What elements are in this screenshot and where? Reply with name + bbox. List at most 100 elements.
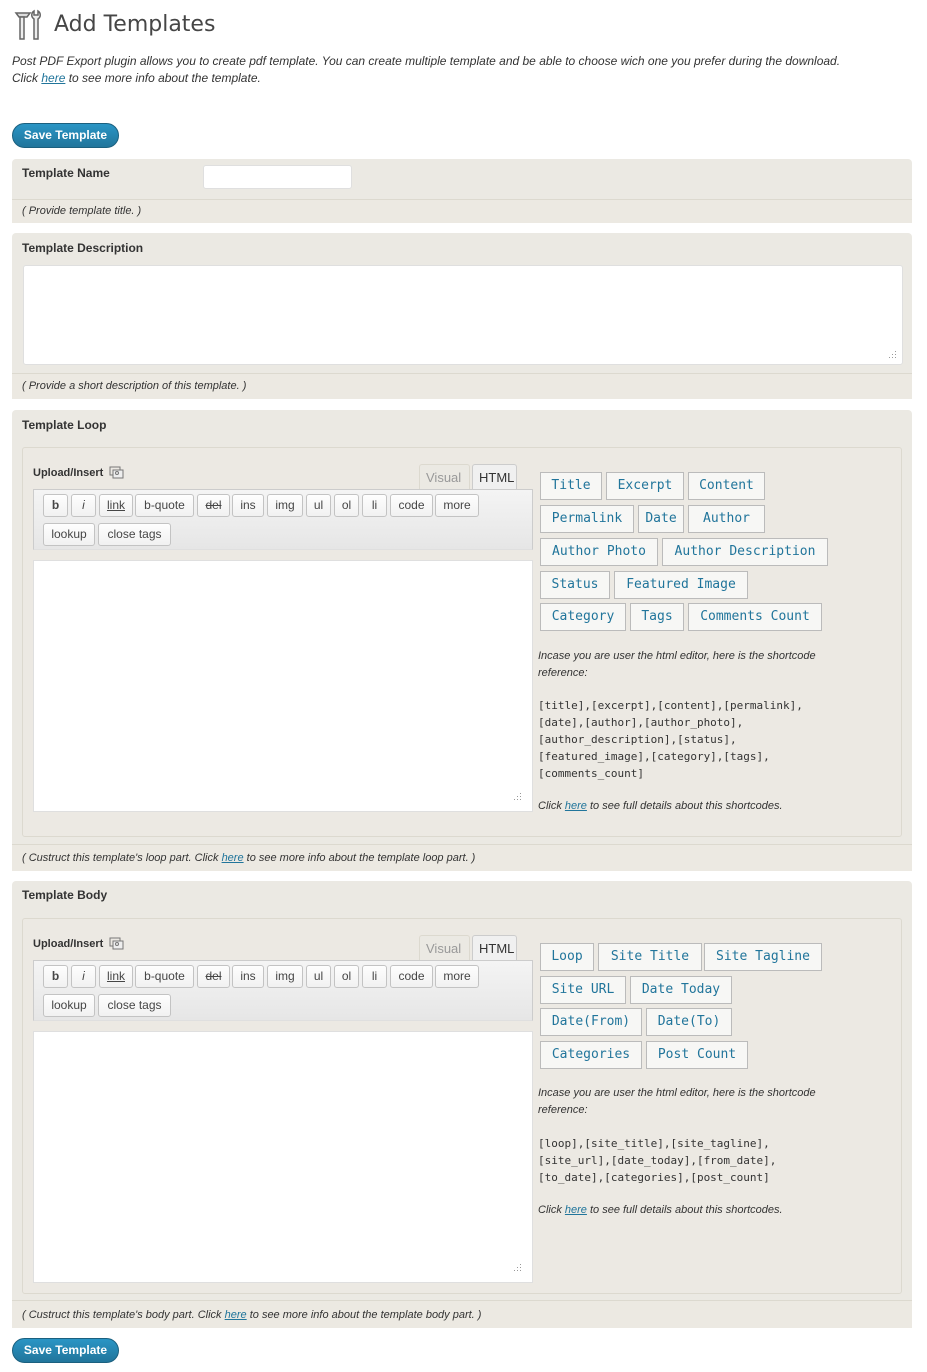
shortcode-title-button[interactable]: Title — [540, 472, 602, 500]
loop-note-here-link[interactable]: here — [222, 852, 244, 864]
shortcode-author-photo-button[interactable]: Author Photo — [540, 538, 658, 566]
shortcode-tags-button[interactable]: Tags — [630, 603, 684, 631]
loop-details-here-link[interactable]: here — [565, 800, 587, 812]
qt-li-button[interactable]: li — [362, 494, 387, 517]
shortcode-category-button[interactable]: Category — [540, 603, 626, 631]
loop-note-after: to see more info about the template loop… — [243, 852, 476, 864]
qt-italic-button[interactable]: i — [71, 494, 96, 517]
shortcode-post-count-button[interactable]: Post Count — [646, 1041, 748, 1069]
body-details-click: Click — [538, 1204, 565, 1216]
template-description-section: Template Description ( Provide a short d… — [12, 233, 912, 399]
shortcode-author-button[interactable]: Author — [688, 505, 765, 533]
save-template-button-top[interactable]: Save Template — [12, 123, 119, 148]
loop-ref-text: Incase you are user the html editor, her… — [538, 650, 816, 679]
shortcode-date-today-button[interactable]: Date Today — [630, 976, 732, 1004]
template-loop-section: Template Loop Upload/Insert Visual HTML … — [12, 410, 912, 871]
quicktags-toolbar: b i link b-quote del ins img ul ol li co… — [33, 489, 533, 550]
qt-bquote-button[interactable]: b-quote — [135, 965, 194, 988]
intro-after: to see more info about the template. — [65, 71, 261, 85]
body-ref-codes: [loop],[site_title],[site_tagline], [sit… — [538, 1137, 777, 1184]
shortcode-featured-image-button[interactable]: Featured Image — [614, 571, 748, 599]
shortcode-content-button[interactable]: Content — [688, 472, 765, 500]
loop-details-click: Click — [538, 800, 565, 812]
qt-close-tags-button[interactable]: close tags — [98, 994, 171, 1017]
qt-ol-button[interactable]: ol — [334, 965, 359, 988]
template-name-input[interactable] — [203, 165, 352, 189]
body-details-after: to see full details about this shortcode… — [586, 1204, 783, 1216]
qt-del-button[interactable]: del — [197, 965, 230, 988]
qt-bold-button[interactable]: b — [43, 965, 68, 988]
qt-img-button[interactable]: img — [267, 965, 303, 988]
shortcode-date-to-button[interactable]: Date(To) — [646, 1008, 732, 1036]
shortcode-author-description-button[interactable]: Author Description — [662, 538, 828, 566]
shortcode-status-button[interactable]: Status — [540, 571, 610, 599]
template-loop-box: Upload/Insert Visual HTML b i link b-quo… — [22, 447, 902, 837]
qt-ol-button[interactable]: ol — [334, 494, 359, 517]
qt-close-tags-button[interactable]: close tags — [98, 523, 171, 546]
qt-code-button[interactable]: code — [390, 965, 433, 988]
shortcode-loop-button[interactable]: Loop — [540, 943, 594, 971]
template-body-note: ( Custruct this template's body part. Cl… — [12, 1300, 912, 1328]
qt-link-button[interactable]: link — [99, 494, 133, 517]
shortcode-date-from-button[interactable]: Date(From) — [540, 1008, 642, 1036]
qt-ul-button[interactable]: ul — [306, 494, 331, 517]
qt-bold-button[interactable]: b — [43, 494, 68, 517]
resize-grip-icon[interactable] — [887, 349, 897, 359]
body-details: Click here to see full details about thi… — [538, 1202, 838, 1219]
page-header: Add Templates — [12, 6, 215, 42]
qt-ins-button[interactable]: ins — [232, 494, 264, 517]
resize-grip-icon[interactable] — [512, 1262, 522, 1272]
qt-img-button[interactable]: img — [267, 494, 303, 517]
shortcode-site-tagline-button[interactable]: Site Tagline — [704, 943, 822, 971]
template-description-label: Template Description — [22, 241, 144, 255]
body-note-here-link[interactable]: here — [225, 1309, 247, 1321]
tab-visual[interactable]: Visual — [419, 464, 470, 490]
qt-more-button[interactable]: more — [435, 494, 479, 517]
template-body-section: Template Body Upload/Insert Visual HTML … — [12, 881, 912, 1328]
loop-ref-codes: [title],[excerpt],[content],[permalink],… — [538, 699, 803, 780]
body-details-here-link[interactable]: here — [565, 1204, 587, 1216]
body-ref-text: Incase you are user the html editor, her… — [538, 1087, 816, 1116]
qt-lookup-button[interactable]: lookup — [43, 523, 95, 546]
shortcode-permalink-button[interactable]: Permalink — [540, 505, 634, 533]
body-editor-textarea[interactable] — [33, 1031, 533, 1283]
qt-ins-button[interactable]: ins — [232, 965, 264, 988]
shortcode-categories-button[interactable]: Categories — [540, 1041, 642, 1069]
page-title: Add Templates — [54, 11, 216, 37]
template-description-textarea[interactable] — [23, 265, 903, 365]
qt-li-button[interactable]: li — [362, 965, 387, 988]
intro-line-1: Post PDF Export plugin allows you to cre… — [12, 54, 841, 68]
qt-italic-button[interactable]: i — [71, 965, 96, 988]
loop-details: Click here to see full details about thi… — [538, 798, 838, 815]
qt-code-button[interactable]: code — [390, 494, 433, 517]
intro-here-link[interactable]: here — [41, 71, 65, 85]
tab-html[interactable]: HTML — [472, 935, 517, 961]
quicktags-toolbar: b i link b-quote del ins img ul ol li co… — [33, 960, 533, 1021]
qt-ul-button[interactable]: ul — [306, 965, 331, 988]
qt-more-button[interactable]: more — [435, 965, 479, 988]
template-name-note: ( Provide template title. ) — [12, 199, 912, 223]
qt-del-button[interactable]: del — [197, 494, 230, 517]
body-note-before: ( Custruct this template's body part. Cl… — [22, 1309, 225, 1321]
template-body-box: Upload/Insert Visual HTML b i link b-quo… — [22, 918, 902, 1294]
template-loop-label: Template Loop — [22, 418, 107, 432]
shortcode-site-url-button[interactable]: Site URL — [540, 976, 626, 1004]
loop-editor-textarea[interactable] — [33, 560, 533, 812]
shortcode-site-title-button[interactable]: Site Title — [598, 943, 702, 971]
shortcode-comments-count-button[interactable]: Comments Count — [688, 603, 822, 631]
qt-bquote-button[interactable]: b-quote — [135, 494, 194, 517]
intro-text: Post PDF Export plugin allows you to cre… — [12, 53, 912, 87]
save-template-button-bottom[interactable]: Save Template — [12, 1338, 119, 1363]
template-description-note: ( Provide a short description of this te… — [12, 373, 912, 399]
loop-editor: Visual HTML b i link b-quote del ins img… — [33, 448, 533, 818]
shortcode-date-button[interactable]: Date — [638, 505, 684, 533]
resize-grip-icon[interactable] — [512, 791, 522, 801]
qt-link-button[interactable]: link — [99, 965, 133, 988]
shortcode-excerpt-button[interactable]: Excerpt — [606, 472, 684, 500]
loop-note-before: ( Custruct this template's loop part. Cl… — [22, 852, 222, 864]
tab-html[interactable]: HTML — [472, 464, 517, 490]
tab-visual[interactable]: Visual — [419, 935, 470, 961]
intro-click: Click — [12, 71, 42, 85]
qt-lookup-button[interactable]: lookup — [43, 994, 95, 1017]
template-name-section: Template Name ( Provide template title. … — [12, 159, 912, 223]
